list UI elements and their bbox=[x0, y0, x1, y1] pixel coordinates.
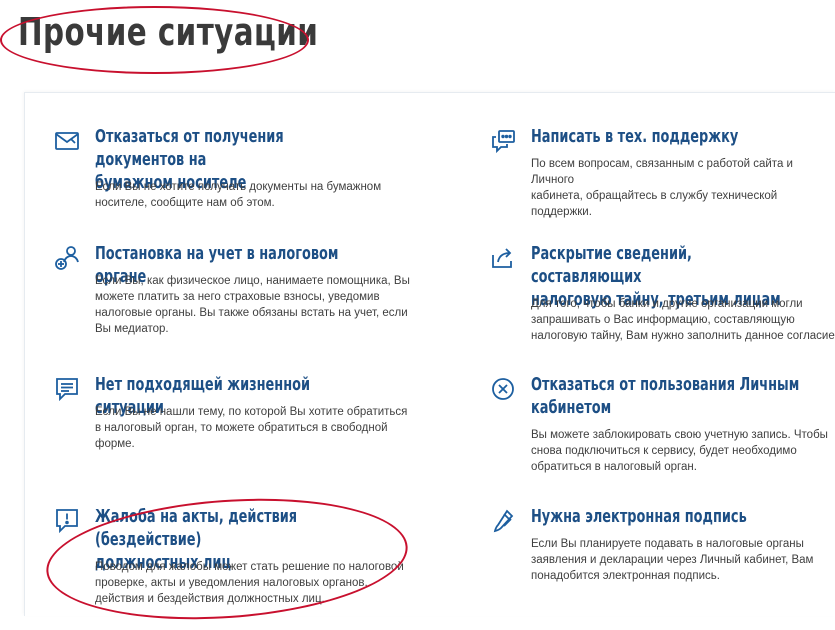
support-chat-icon bbox=[490, 128, 516, 154]
item-title[interactable]: Написать в тех. поддержку bbox=[531, 126, 802, 149]
item-tech-support[interactable]: Написать в тех. поддержку По всем вопрос… bbox=[490, 126, 835, 218]
item-title[interactable]: Отказаться от пользования Личным кабинет… bbox=[531, 374, 802, 420]
item-description: Если Вы не нашли тему, по которой Вы хот… bbox=[95, 406, 408, 450]
complaint-icon bbox=[54, 508, 80, 534]
message-icon bbox=[54, 376, 80, 402]
pen-icon bbox=[490, 508, 516, 534]
page-title: Прочие ситуации bbox=[18, 10, 319, 54]
item-refuse-account[interactable]: Отказаться от пользования Личным кабинет… bbox=[490, 374, 835, 474]
paper-document-icon bbox=[54, 128, 80, 154]
item-tax-registration[interactable]: Постановка на учет в налоговом органе Ес… bbox=[54, 243, 444, 338]
item-description: Если Вы не хотите получать документы на … bbox=[95, 181, 382, 209]
item-description: Вы можете заблокировать свою учетную зап… bbox=[531, 429, 828, 473]
share-icon bbox=[490, 245, 516, 271]
item-electronic-signature[interactable]: Нужна электронная подпись Если Вы планир… bbox=[490, 506, 835, 586]
item-paper-refusal[interactable]: Отказаться от получения документов на бу… bbox=[54, 126, 444, 216]
close-circle-icon bbox=[490, 376, 516, 402]
item-description: Для того, чтобы банки и другие организац… bbox=[531, 298, 835, 342]
add-user-icon bbox=[54, 245, 80, 271]
item-description: Если Вы, как физическое лицо, нанимаете … bbox=[95, 275, 410, 335]
item-no-suitable-situation[interactable]: Нет подходящей жизненной ситуации Если В… bbox=[54, 374, 444, 459]
item-complaint[interactable]: Жалоба на акты, действия (бездействие) д… bbox=[54, 506, 444, 606]
item-description: Если Вы планируете подавать в налоговые … bbox=[531, 538, 814, 582]
item-description: По всем вопросам, связанным с работой са… bbox=[531, 158, 793, 218]
item-tax-secret-disclosure[interactable]: Раскрытие сведений, составляющих налогов… bbox=[490, 243, 835, 343]
item-description: Поводом для жалобы может стать решение п… bbox=[95, 561, 404, 605]
item-title[interactable]: Нужна электронная подпись bbox=[531, 506, 802, 529]
